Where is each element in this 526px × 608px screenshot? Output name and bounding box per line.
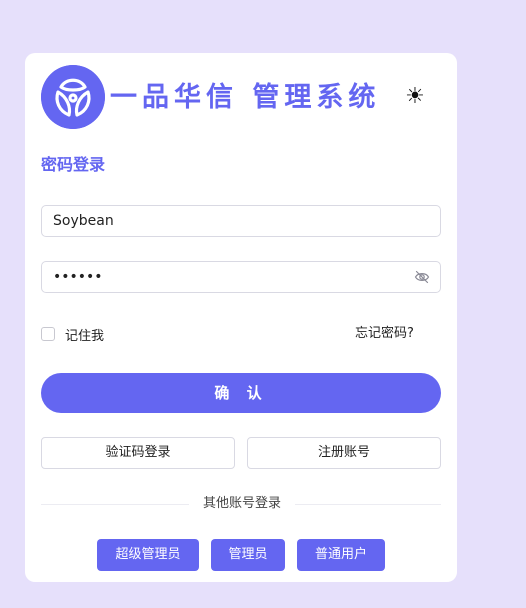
login-card: 一品华信 管理系统 ☀ 密码登录 记住我 忘记密码? 确 认 验证码登录 注册账…	[25, 53, 457, 582]
remember-me-label: 记住我	[65, 328, 105, 344]
divider-left	[41, 504, 189, 505]
brand-logo-icon	[41, 65, 105, 129]
register-button[interactable]: 注册账号	[247, 437, 441, 469]
forgot-password-link[interactable]: 忘记密码?	[355, 324, 414, 344]
divider-right	[295, 504, 441, 505]
username-input[interactable]	[42, 206, 413, 236]
password-input[interactable]	[42, 262, 413, 292]
confirm-button[interactable]: 确 认	[41, 373, 441, 413]
normal-user-button[interactable]: 普通用户	[297, 539, 385, 571]
sun-icon[interactable]: ☀	[402, 83, 428, 111]
code-login-button[interactable]: 验证码登录	[41, 437, 235, 469]
remember-me-checkbox[interactable]: 记住我	[41, 324, 104, 344]
admin-button[interactable]: 管理员	[211, 539, 285, 571]
username-field[interactable]	[41, 205, 441, 237]
other-login-title: 其他账号登录	[202, 496, 281, 511]
checkbox-box[interactable]	[41, 327, 55, 341]
brand-title: 一品华信 管理系统	[110, 82, 381, 113]
password-field[interactable]	[41, 261, 441, 293]
eye-off-icon[interactable]	[414, 270, 430, 284]
super-admin-button[interactable]: 超级管理员	[97, 539, 199, 571]
login-section-title: 密码登录	[41, 155, 106, 174]
